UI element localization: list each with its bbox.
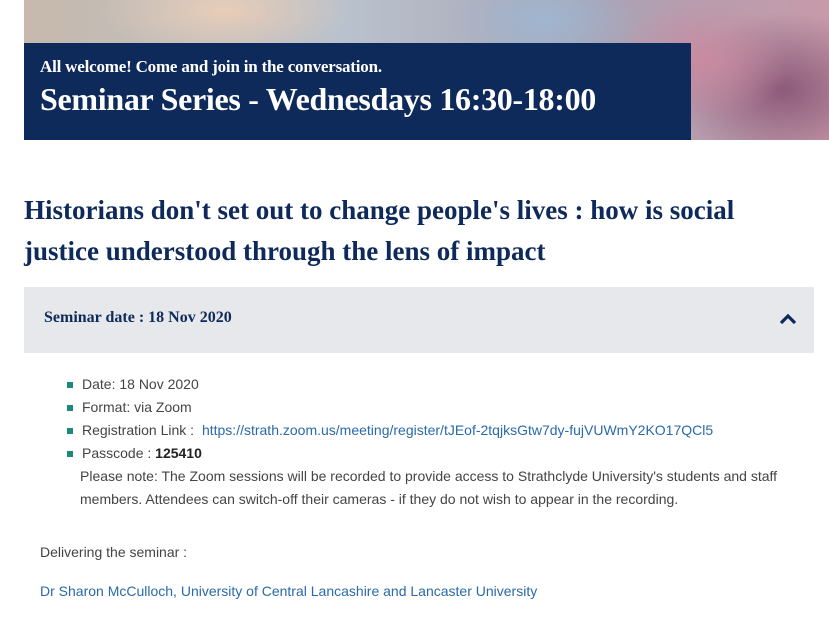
bullet-icon (67, 405, 73, 411)
list-item-format: Format: via Zoom (66, 396, 786, 419)
accordion-label: Seminar date : 18 Nov 2020 (44, 309, 232, 326)
date-text: Date: 18 Nov 2020 (82, 376, 199, 392)
hero-subtitle: All welcome! Come and join in the conver… (40, 57, 382, 76)
passcode-label: Passcode : (82, 445, 152, 461)
hero-caption-box: All welcome! Come and join in the conver… (24, 43, 691, 140)
list-item-passcode: Passcode : 125410 (66, 442, 786, 465)
passcode-value: 125410 (155, 445, 202, 461)
chevron-up-icon[interactable] (778, 311, 798, 327)
registration-link[interactable]: https://strath.zoom.us/meeting/register/… (202, 422, 713, 438)
list-item-date: Date: 18 Nov 2020 (66, 373, 786, 396)
recording-note: Please note: The Zoom sessions will be r… (80, 468, 778, 507)
registration-label: Registration Link : (82, 422, 195, 438)
bullet-icon (67, 382, 73, 388)
speaker-link[interactable]: Dr Sharon McCulloch, University of Centr… (40, 583, 537, 599)
bullet-icon (67, 451, 73, 457)
list-item-registration: Registration Link : https://strath.zoom.… (66, 419, 786, 442)
delivering-label: Delivering the seminar : (40, 544, 188, 560)
page-title: Historians don't set out to change peopl… (24, 195, 735, 266)
details-list: Date: 18 Nov 2020 Format: via Zoom Regis… (66, 373, 786, 465)
seminar-details: Date: 18 Nov 2020 Format: via Zoom Regis… (66, 373, 786, 511)
format-text: Format: via Zoom (82, 399, 192, 415)
seminar-date-accordion[interactable]: Seminar date : 18 Nov 2020 (24, 287, 814, 353)
bullet-icon (67, 428, 73, 434)
hero-title: Seminar Series - Wednesdays 16:30-18:00 (40, 81, 597, 117)
